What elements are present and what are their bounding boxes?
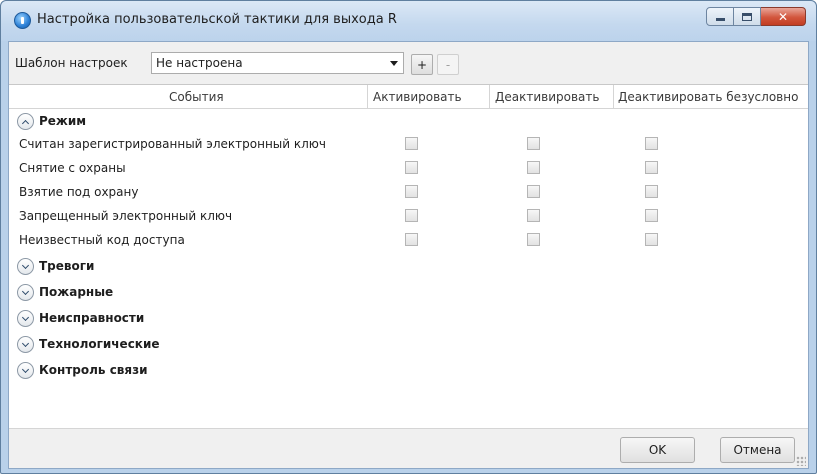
chevron-down-icon [21, 261, 30, 269]
group-row: Тревоги [9, 255, 808, 279]
table-row: Снятие с охраны [9, 156, 808, 180]
template-label: Шаблон настроек [15, 56, 128, 70]
table-row: Взятие под охрану [9, 180, 808, 204]
event-label: Взятие под охрану [19, 185, 139, 199]
group-label[interactable]: Режим [39, 114, 86, 128]
group-label[interactable]: Технологические [39, 337, 160, 351]
activate-checkbox[interactable] [405, 233, 418, 246]
activate-checkbox[interactable] [405, 161, 418, 174]
activate-checkbox[interactable] [405, 185, 418, 198]
event-label: Снятие с охраны [19, 161, 126, 175]
deactivate-unconditional-checkbox[interactable] [645, 233, 658, 246]
column-separator[interactable] [613, 85, 614, 109]
title-bar[interactable]: Настройка пользовательской тактики для в… [1, 1, 816, 41]
window-title: Настройка пользовательской тактики для в… [37, 12, 397, 27]
remove-template-button[interactable]: - [437, 54, 459, 75]
group-row: Режим [9, 110, 808, 134]
template-toolbar: Шаблон настроек Не настроена + - [9, 42, 808, 84]
column-header-deactivate[interactable]: Деактивировать [495, 90, 599, 104]
chevron-up-icon [21, 119, 30, 127]
group-row: Контроль связи [9, 359, 808, 383]
chevron-down-icon [21, 365, 30, 373]
deactivate-checkbox[interactable] [527, 185, 540, 198]
chevron-down-icon [21, 313, 30, 321]
expand-icon[interactable] [17, 310, 34, 327]
table-row: Считан зарегистрированный электронный кл… [9, 132, 808, 156]
maximize-icon [742, 12, 752, 21]
group-label[interactable]: Неисправности [39, 311, 144, 325]
column-header-activate[interactable]: Активировать [373, 90, 462, 104]
events-grid: События Активировать Деактивировать Деак… [9, 84, 808, 430]
deactivate-checkbox[interactable] [527, 233, 540, 246]
table-row: Запрещенный электронный ключ [9, 204, 808, 228]
close-icon: ✕ [777, 9, 789, 24]
deactivate-checkbox[interactable] [527, 209, 540, 222]
column-separator[interactable] [367, 85, 368, 109]
group-label[interactable]: Тревоги [39, 259, 94, 273]
expand-icon[interactable] [17, 284, 34, 301]
chevron-down-icon [21, 287, 30, 295]
deactivate-checkbox[interactable] [527, 161, 540, 174]
column-header-events[interactable]: События [169, 90, 224, 104]
cancel-button[interactable]: Отмена [720, 437, 795, 463]
deactivate-checkbox[interactable] [527, 137, 540, 150]
group-label[interactable]: Пожарные [39, 285, 113, 299]
minimize-button[interactable] [706, 7, 734, 26]
add-template-button[interactable]: + [411, 54, 433, 75]
resize-grip-icon[interactable] [796, 456, 806, 466]
activate-checkbox[interactable] [405, 137, 418, 150]
group-row: Пожарные [9, 281, 808, 305]
dialog-footer: OK Отмена [9, 428, 808, 468]
info-icon [14, 12, 31, 29]
chevron-down-icon [21, 339, 30, 347]
window-controls: ✕ [706, 7, 806, 26]
activate-checkbox[interactable] [405, 209, 418, 222]
expand-icon[interactable] [17, 336, 34, 353]
ok-button[interactable]: OK [620, 437, 695, 463]
maximize-button[interactable] [734, 7, 761, 26]
event-label: Запрещенный электронный ключ [19, 209, 233, 223]
table-row: Неизвестный код доступа [9, 228, 808, 252]
dropdown-arrow-icon [390, 61, 398, 66]
close-button[interactable]: ✕ [761, 7, 806, 26]
deactivate-unconditional-checkbox[interactable] [645, 185, 658, 198]
grid-header: События Активировать Деактивировать Деак… [9, 85, 808, 109]
expand-icon[interactable] [17, 362, 34, 379]
column-header-deactivate-unconditional[interactable]: Деактивировать безусловно [618, 90, 798, 104]
minimize-icon [715, 18, 725, 21]
deactivate-unconditional-checkbox[interactable] [645, 137, 658, 150]
group-row: Технологические [9, 333, 808, 357]
event-label: Неизвестный код доступа [19, 233, 185, 247]
dialog-window: Настройка пользовательской тактики для в… [0, 0, 817, 474]
group-row: Неисправности [9, 307, 808, 331]
expand-icon[interactable] [17, 258, 34, 275]
group-label[interactable]: Контроль связи [39, 363, 147, 377]
event-label: Считан зарегистрированный электронный кл… [19, 137, 327, 151]
deactivate-unconditional-checkbox[interactable] [645, 161, 658, 174]
deactivate-unconditional-checkbox[interactable] [645, 209, 658, 222]
template-select[interactable]: Не настроена [151, 52, 404, 74]
column-separator[interactable] [489, 85, 490, 109]
template-select-value: Не настроена [156, 56, 243, 70]
dialog-client-area: Шаблон настроек Не настроена + - События… [8, 41, 809, 469]
collapse-icon[interactable] [17, 113, 34, 130]
